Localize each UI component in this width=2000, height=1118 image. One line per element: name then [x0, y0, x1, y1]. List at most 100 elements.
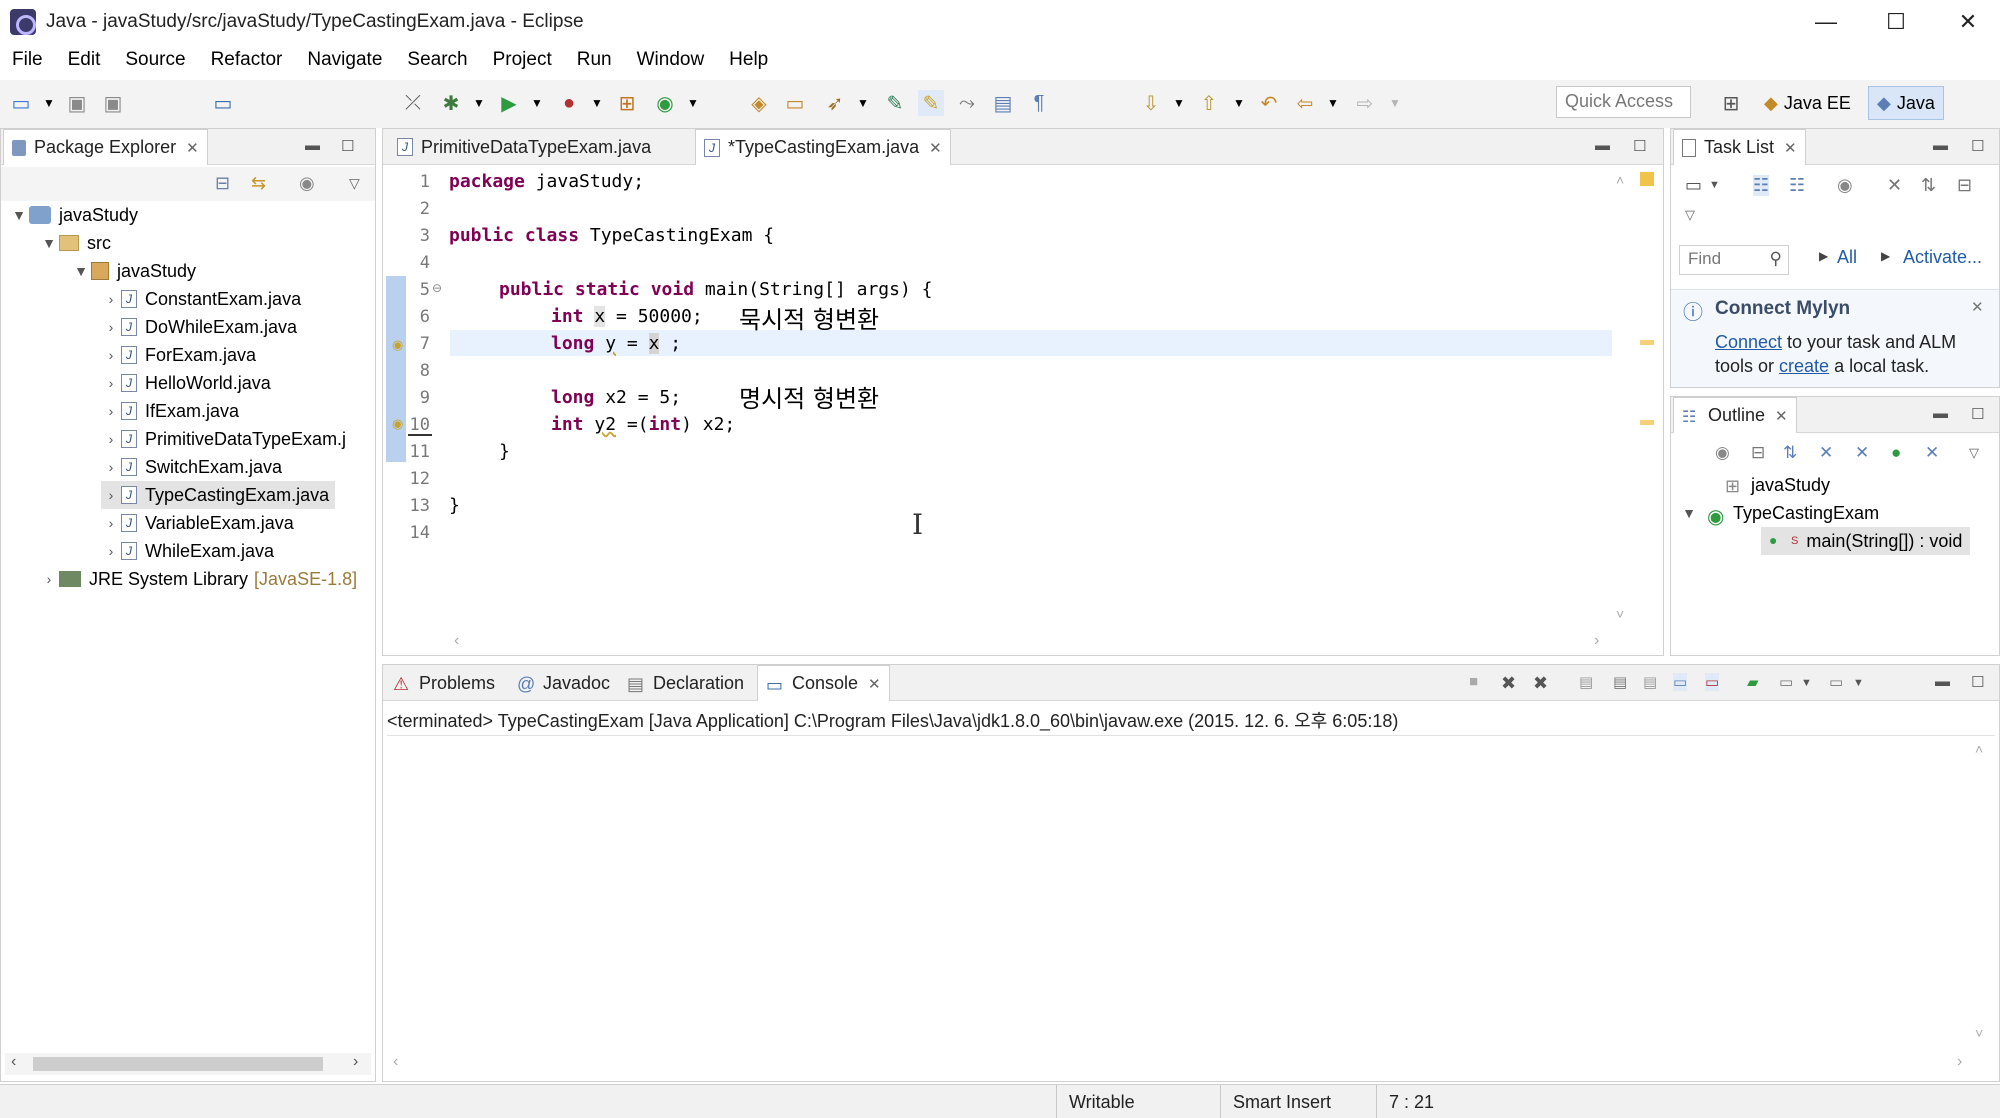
sort-icon[interactable]: ⇅ — [1783, 443, 1797, 463]
focus-icon[interactable]: ◉ — [1715, 443, 1730, 463]
scroll-right-icon[interactable]: › — [1594, 632, 1599, 650]
focus-icon[interactable]: ◉ — [299, 173, 315, 194]
code-line-11[interactable]: } — [499, 441, 510, 462]
new-java-class-icon[interactable]: ◉ — [652, 90, 678, 116]
external-tools-dropdown-icon[interactable]: ▼ — [584, 90, 610, 116]
view-menu-icon[interactable]: ▽ — [1969, 445, 1979, 461]
new-task-dropdown-icon[interactable]: ▼ — [1709, 179, 1720, 191]
menu-navigate[interactable]: Navigate — [307, 49, 382, 71]
view-menu-icon[interactable]: ▽ — [1685, 207, 1695, 223]
code-line-9[interactable]: long x2 = 5; — [551, 387, 681, 408]
collapse-all-icon[interactable]: ⊟ — [1751, 443, 1765, 463]
close-tab-icon[interactable]: ✕ — [929, 139, 942, 157]
outline-method[interactable]: ● S main(String[]) : void — [1761, 527, 1971, 555]
tab-javadoc[interactable]: @ Javadoc — [509, 665, 618, 701]
code-line-10[interactable]: int y2 =(int) x2; — [551, 414, 735, 435]
last-edit-icon[interactable]: ↶ — [1256, 90, 1282, 116]
code-line-1[interactable]: package javaStudy; — [449, 171, 644, 192]
display-console-dropdown-icon[interactable]: ▼ — [1801, 677, 1812, 689]
expand-icon[interactable]: › — [101, 431, 121, 447]
forward-icon[interactable]: ⇨ — [1352, 90, 1378, 116]
expand-icon[interactable]: › — [101, 347, 121, 363]
new-class-dropdown-icon[interactable]: ▼ — [680, 90, 706, 116]
minimize-editor-icon[interactable]: ▬ — [1595, 137, 1610, 154]
scheduled-icon[interactable]: ☷ — [1789, 175, 1805, 196]
scrollbar-thumb[interactable] — [33, 1057, 323, 1071]
tree-file[interactable]: › J SwitchExam.java — [101, 453, 282, 481]
menu-window[interactable]: Window — [637, 49, 705, 71]
open-console-icon[interactable]: ▭ — [210, 90, 236, 116]
link-with-editor-icon[interactable]: ⇆ — [251, 173, 266, 194]
display-console-icon[interactable]: ▭ — [1779, 673, 1793, 691]
tree-src[interactable]: ▼ src — [39, 229, 111, 257]
scroll-left-icon[interactable]: ‹ — [393, 1053, 398, 1071]
run-icon[interactable]: ▶ — [496, 90, 522, 116]
expand-icon[interactable]: › — [101, 319, 121, 335]
maximize-panel-icon[interactable]: ☐ — [1971, 405, 1984, 423]
maximize-button[interactable]: ☐ — [1866, 0, 1926, 44]
open-perspective-icon[interactable]: ⊞ — [1718, 90, 1744, 116]
code-line-6[interactable]: int x = 50000; — [551, 306, 703, 327]
synchronize-icon[interactable]: ⇅ — [1921, 175, 1936, 196]
minimize-panel-icon[interactable]: ▬ — [305, 137, 320, 154]
collapse-icon[interactable]: ▼ — [71, 263, 91, 279]
search-dropdown-icon[interactable]: ▼ — [850, 90, 876, 116]
new-java-package-icon[interactable]: ⊞ — [614, 90, 640, 116]
menu-edit[interactable]: Edit — [68, 49, 101, 71]
expand-icon[interactable]: › — [101, 543, 121, 559]
connect-link[interactable]: Connect — [1715, 332, 1782, 352]
back-dropdown-icon[interactable]: ▼ — [1320, 90, 1346, 116]
tree-file[interactable]: › J DoWhileExam.java — [101, 313, 297, 341]
tree-file[interactable]: › J WhileExam.java — [101, 537, 274, 565]
expand-icon[interactable]: › — [101, 291, 121, 307]
menu-help[interactable]: Help — [729, 49, 768, 71]
new-task-icon[interactable]: ▭ — [1685, 175, 1702, 196]
outline-package[interactable]: ⊞ javaStudy — [1725, 471, 1830, 499]
hide-nonpublic-icon[interactable]: ● — [1891, 443, 1901, 463]
scroll-left-icon[interactable]: ‹ — [454, 632, 459, 650]
perspective-javaee-button[interactable]: ◆ Java EE — [1756, 86, 1859, 120]
tab-declaration[interactable]: ▤ Declaration — [619, 665, 752, 701]
show-on-stderr-icon[interactable]: ▭ — [1705, 673, 1720, 691]
maximize-panel-icon[interactable]: ☐ — [1971, 137, 1984, 155]
task-find-input[interactable]: Find ⚲ — [1679, 245, 1789, 275]
close-tab-icon[interactable]: ✕ — [1784, 139, 1797, 157]
tab-package-explorer[interactable]: Package Explorer ✕ — [3, 129, 208, 165]
open-folder-icon[interactable]: ▭ — [782, 90, 808, 116]
menu-source[interactable]: Source — [125, 49, 185, 71]
close-mylyn-icon[interactable]: ✕ — [1971, 298, 1984, 316]
code-line-13[interactable]: } — [449, 495, 460, 516]
forward-dropdown-icon[interactable]: ▼ — [1382, 90, 1408, 116]
save-all-icon[interactable]: ▣ — [100, 90, 126, 116]
minimize-panel-icon[interactable]: ▬ — [1935, 673, 1950, 690]
run-dropdown-icon[interactable]: ▼ — [524, 90, 550, 116]
menu-refactor[interactable]: Refactor — [211, 49, 283, 71]
close-tab-icon[interactable]: ✕ — [186, 139, 199, 157]
maximize-editor-icon[interactable]: ☐ — [1633, 137, 1646, 155]
menu-run[interactable]: Run — [577, 49, 612, 71]
minimize-panel-icon[interactable]: ▬ — [1933, 405, 1948, 422]
tab-problems[interactable]: ⚠ Problems — [385, 665, 503, 701]
perspective-java-button[interactable]: ◆ Java — [1868, 86, 1944, 120]
tab-typecasting-exam[interactable]: J *TypeCastingExam.java ✕ — [695, 129, 951, 165]
hide-local-types-icon[interactable]: ✕ — [1925, 443, 1939, 463]
collapse-all-icon[interactable]: ⊟ — [1957, 175, 1972, 196]
expand-icon[interactable]: › — [101, 459, 121, 475]
collapse-icon[interactable]: ▼ — [9, 207, 29, 223]
scroll-down-icon[interactable]: ˅ — [1975, 1025, 1983, 1041]
tree-file[interactable]: › J HelloWorld.java — [101, 369, 271, 397]
open-console-icon[interactable]: ▭ — [1829, 673, 1843, 691]
view-menu-icon[interactable]: ▽ — [349, 175, 360, 192]
code-line-7[interactable]: long y = x ; — [551, 333, 681, 354]
mark-occurrences-icon[interactable]: ✎ — [918, 90, 944, 116]
debug-icon[interactable]: ✱ — [438, 90, 464, 116]
scroll-up-icon[interactable]: ˄ — [1616, 172, 1624, 188]
scroll-right-icon[interactable]: › — [353, 1053, 358, 1071]
create-link[interactable]: create — [1779, 356, 1829, 376]
collapse-icon[interactable]: ▼ — [1679, 505, 1699, 521]
scroll-up-icon[interactable]: ˄ — [1975, 741, 1983, 757]
fold-icon[interactable]: ⊖ — [432, 281, 442, 295]
menu-project[interactable]: Project — [493, 49, 552, 71]
search-icon[interactable]: ➶ — [822, 90, 848, 116]
show-whitespace-icon[interactable]: ▤ — [990, 90, 1016, 116]
